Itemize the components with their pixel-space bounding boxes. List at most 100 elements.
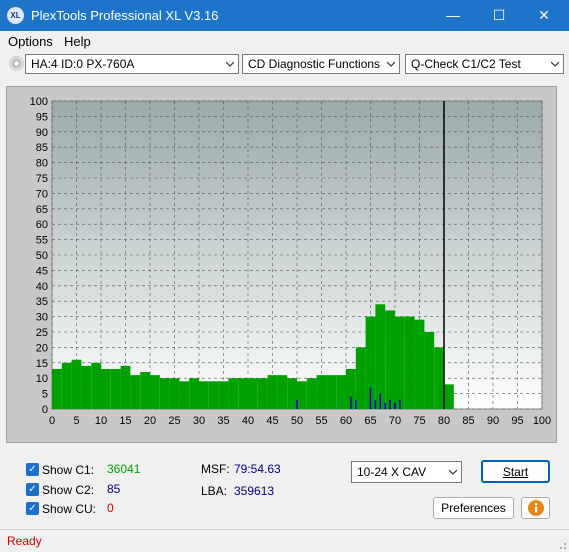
x-tick-label: 95 [511, 415, 523, 427]
y-tick-label: 90 [36, 127, 48, 139]
c1-bar [179, 381, 190, 409]
c1-bar [287, 378, 297, 409]
y-tick-label: 80 [36, 158, 48, 170]
x-tick-label: 35 [217, 415, 229, 427]
start-label: Start [502, 465, 529, 479]
info-button[interactable] [521, 497, 550, 519]
function-select[interactable]: CD Diagnostic Functions [242, 54, 400, 74]
test-select-value: Q-Check C1/C2 Test [411, 57, 521, 71]
x-tick-label: 30 [193, 415, 205, 427]
x-tick-label: 5 [73, 415, 79, 427]
speed-select[interactable]: 10-24 X CAV [351, 461, 462, 483]
c2-bar [394, 402, 396, 409]
app-icon: XL [7, 7, 24, 24]
c1-bar [267, 375, 278, 409]
x-tick-label: 20 [144, 415, 156, 427]
preferences-button[interactable]: Preferences [433, 497, 514, 519]
maximize-icon[interactable]: ☐ [488, 5, 510, 25]
c2-bar [350, 396, 352, 409]
drive-select[interactable]: HA:4 ID:0 PX-760A [9, 54, 239, 74]
c1-bar [228, 378, 239, 409]
c1-bar [150, 375, 160, 409]
c2-bar [296, 399, 298, 409]
y-tick-label: 65 [36, 204, 48, 216]
x-tick-label: 90 [487, 415, 499, 427]
x-tick-label: 10 [95, 415, 107, 427]
x-tick-label: 50 [291, 415, 303, 427]
speed-select-value: 10-24 X CAV [357, 465, 427, 479]
c1-bar [238, 378, 248, 409]
status-bar: Ready [0, 529, 569, 552]
y-tick-label: 70 [36, 188, 48, 200]
window-title: PlexTools Professional XL V3.16 [31, 8, 219, 23]
x-tick-label: 55 [315, 415, 327, 427]
menu-bar: Options Help [0, 31, 569, 51]
results-panel: ✓ Show C1: 36041 ✓ Show C2: 85 ✓ Show CU… [6, 452, 557, 522]
c1-bar [248, 378, 258, 409]
c1-bar [306, 378, 317, 409]
show-cu-label: Show CU: [42, 502, 97, 516]
c1-bar [404, 316, 415, 409]
c1-bar [110, 368, 121, 409]
minimize-icon[interactable]: — [442, 5, 464, 25]
show-c1-checkbox[interactable]: ✓ [26, 463, 39, 476]
y-tick-label: 75 [36, 173, 48, 185]
show-c2-checkbox[interactable]: ✓ [26, 483, 39, 496]
start-button[interactable]: Start [481, 460, 550, 483]
c1-bar [257, 378, 268, 409]
c2-bar [374, 399, 377, 409]
c1-bar [130, 375, 141, 409]
c1-bar [385, 310, 395, 409]
x-tick-label: 40 [242, 415, 254, 427]
x-tick-label: 75 [413, 415, 425, 427]
c2-bar [379, 393, 382, 409]
y-tick-label: 15 [36, 358, 48, 370]
c2-bar [384, 402, 386, 409]
x-tick-label: 100 [533, 415, 551, 427]
show-cu-checkbox[interactable]: ✓ [26, 502, 39, 515]
y-tick-label: 55 [36, 235, 48, 247]
c1-bar [424, 332, 435, 409]
c1-bar [277, 375, 288, 409]
c1-bar [199, 381, 209, 409]
drive-select-value: HA:4 ID:0 PX-760A [31, 57, 135, 71]
test-select[interactable]: Q-Check C1/C2 Test [405, 54, 564, 74]
c1-bar [375, 304, 386, 409]
lba-label: LBA: [201, 484, 228, 498]
x-tick-label: 25 [168, 415, 180, 427]
c1-bar [414, 319, 425, 409]
y-tick-label: 10 [36, 373, 48, 385]
c1-bar [52, 368, 62, 409]
menu-options[interactable]: Options [8, 34, 53, 49]
y-tick-label: 20 [36, 342, 48, 354]
cu-count: 0 [107, 501, 114, 515]
x-tick-label: 70 [389, 415, 401, 427]
y-tick-label: 85 [36, 142, 48, 154]
y-tick-label: 25 [36, 327, 48, 339]
chevron-down-icon [551, 61, 559, 67]
c2-bar [355, 399, 357, 409]
c2-bar [389, 399, 391, 409]
close-icon[interactable]: ✕ [533, 5, 555, 25]
x-tick-label: 45 [266, 415, 278, 427]
menu-help[interactable]: Help [64, 34, 91, 49]
c1-bar [120, 365, 131, 409]
show-c1-label: Show C1: [42, 463, 95, 477]
c2-bar [399, 399, 401, 409]
c1-count: 36041 [107, 462, 141, 476]
x-tick-label: 15 [119, 415, 131, 427]
c1-bar [61, 362, 72, 409]
show-c2-label: Show C2: [42, 483, 95, 497]
y-tick-label: 35 [36, 296, 48, 308]
info-icon [527, 500, 544, 516]
c1-bar [336, 375, 346, 409]
chevron-down-icon [387, 61, 395, 67]
y-tick-label: 100 [30, 96, 48, 108]
resize-grip-icon[interactable] [557, 540, 567, 550]
x-tick-label: 0 [49, 415, 55, 427]
c1-bar [218, 381, 229, 409]
y-tick-label: 45 [36, 265, 48, 277]
x-tick-label: 85 [462, 415, 474, 427]
status-text: Ready [7, 534, 42, 548]
x-tick-label: 80 [438, 415, 450, 427]
